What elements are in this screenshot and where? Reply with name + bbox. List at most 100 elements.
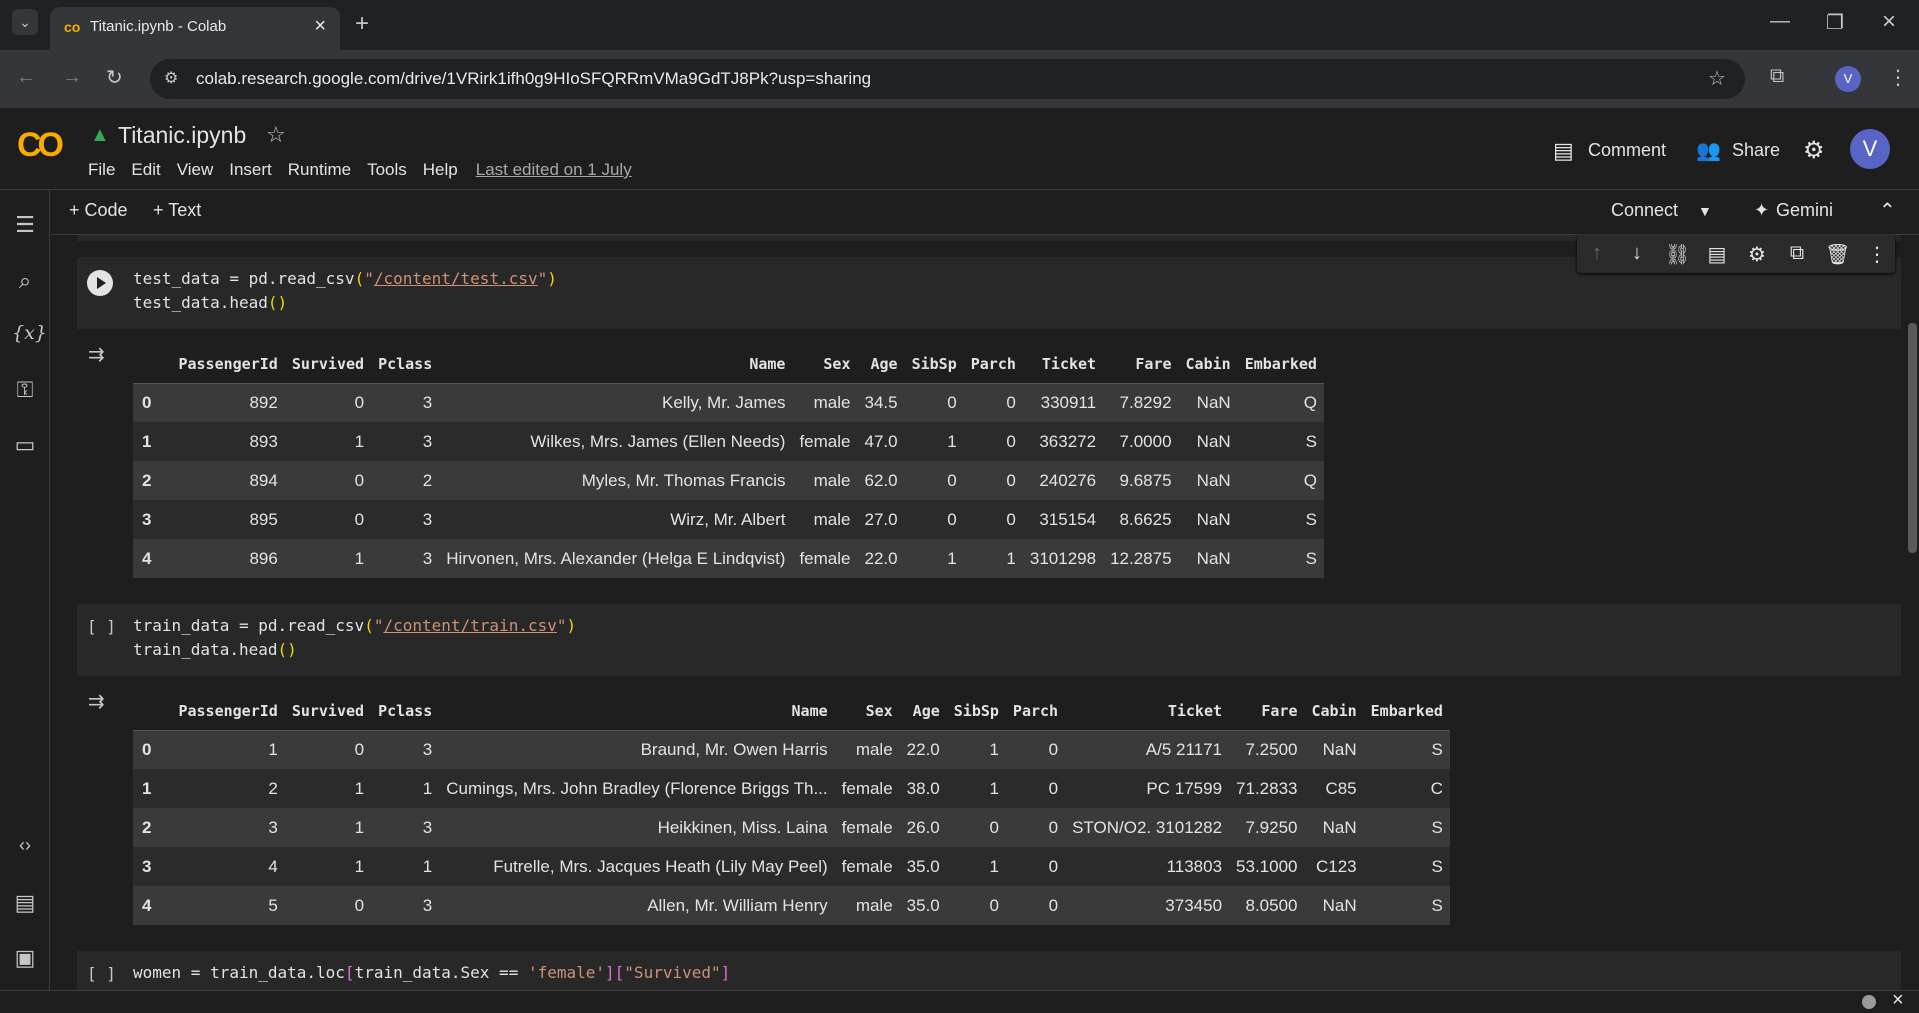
scrollbar-thumb[interactable]	[1908, 323, 1917, 553]
execution-count[interactable]: [ ]	[87, 964, 116, 983]
back-icon[interactable]: ←	[16, 66, 36, 89]
window-close-icon[interactable]: ×	[1882, 8, 1896, 36]
column-header: Survived	[284, 345, 372, 384]
browser-menu-icon[interactable]: ⋮	[1888, 65, 1908, 90]
comment-button[interactable]: Comment	[1588, 140, 1666, 161]
menu-help[interactable]: Help	[423, 160, 458, 180]
gemini-icon[interactable]: ✦	[1754, 200, 1769, 221]
table-cell: 2	[422, 470, 433, 490]
table-cell: C123	[1316, 856, 1357, 876]
extensions-icon[interactable]: ⧉	[1770, 65, 1784, 88]
menu-runtime[interactable]: Runtime	[288, 160, 351, 180]
connect-button[interactable]: Connect	[1611, 200, 1678, 221]
table-cell: Q	[1303, 392, 1317, 412]
secrets-key-icon[interactable]: ⚿	[12, 377, 38, 403]
share-button[interactable]: Share	[1732, 140, 1780, 161]
table-row: 3 4 1 1 Futrelle, Mrs. Jacques Heath (Lily M…	[133, 847, 1450, 886]
connect-dropdown-icon[interactable]: ▼	[1698, 203, 1712, 219]
notebook-scrollbar[interactable]	[1906, 235, 1919, 990]
table-of-contents-icon[interactable]: ☰	[12, 212, 38, 238]
gemini-button[interactable]: Gemini	[1776, 200, 1833, 221]
code-editor[interactable]: test_data = pd.read_csv("/content/test.c…	[133, 267, 557, 315]
table-cell: 1	[989, 856, 999, 876]
table-row: 2 894 0 2 Myles, Mr. Thomas Francis male 62.0 0…	[133, 461, 1324, 500]
table-cell: NaN	[1196, 392, 1231, 412]
more-actions-icon[interactable]: ⋮	[1865, 242, 1889, 267]
move-cell-up-icon[interactable]: ↑	[1585, 242, 1609, 265]
settings-gear-icon[interactable]: ⚙	[1803, 136, 1825, 165]
notebook-title[interactable]: Titanic.ipynb	[118, 122, 246, 149]
account-avatar[interactable]: V	[1850, 129, 1890, 169]
code-snippets-icon[interactable]: ‹›	[12, 835, 38, 856]
menu-view[interactable]: View	[177, 160, 214, 180]
link-to-cell-icon[interactable]: ⛓	[1665, 242, 1690, 267]
terminal-icon[interactable]: ▣	[12, 945, 38, 971]
files-folder-icon[interactable]: ▭	[12, 432, 38, 458]
table-cell: female	[799, 431, 851, 451]
comment-icon[interactable]: ▤	[1553, 138, 1574, 164]
collapse-header-icon[interactable]: ⌃	[1879, 198, 1896, 223]
bookmark-star-icon[interactable]: ☆	[1708, 66, 1726, 91]
variables-icon[interactable]: {x}	[12, 322, 47, 344]
tab-search-icon[interactable]: ⌄	[12, 9, 38, 35]
minimize-icon[interactable]: —	[1770, 10, 1790, 33]
table-cell: 1	[947, 548, 957, 568]
drive-icon: ▲	[90, 124, 110, 146]
table-cell: NaN	[1196, 509, 1231, 529]
add-code-button[interactable]: + Code	[69, 200, 128, 221]
menu-tools[interactable]: Tools	[367, 160, 407, 180]
code-cell[interactable]: [ ] train_data = pd.read_csv("/content/t…	[77, 604, 1901, 676]
browser-profile-avatar[interactable]: V	[1835, 66, 1861, 92]
menu-edit[interactable]: Edit	[131, 160, 160, 180]
share-icon[interactable]: 👥	[1696, 138, 1721, 163]
add-text-button[interactable]: + Text	[153, 200, 201, 221]
search-icon[interactable]: ⌕	[12, 268, 38, 294]
table-cell: NaN	[1196, 431, 1231, 451]
table-cell: 0	[354, 392, 365, 412]
table-cell: 34.5	[864, 392, 898, 412]
new-tab-icon[interactable]: +	[355, 10, 369, 38]
table-cell: PC 17599	[1146, 778, 1223, 798]
reload-icon[interactable]: ↻	[106, 65, 123, 90]
table-cell: 1	[989, 739, 999, 759]
browser-tabstrip: ⌄ co Titanic.ipynb - Colab × + — ❐ ×	[0, 0, 1919, 50]
table-cell: S	[1431, 817, 1443, 837]
cell-settings-icon[interactable]: ⚙	[1745, 242, 1769, 267]
table-cell: 0	[1048, 778, 1059, 798]
table-cell: 330911	[1040, 392, 1097, 412]
column-header	[133, 345, 172, 384]
browser-tab[interactable]: co Titanic.ipynb - Colab ×	[50, 7, 340, 50]
menu-insert[interactable]: Insert	[229, 160, 272, 180]
close-tab-icon[interactable]: ×	[314, 15, 326, 38]
run-cell-button[interactable]	[87, 270, 113, 296]
left-rail: ☰ ⌕ {x} ⚿ ▭ ‹› ▤ ▣	[0, 190, 50, 990]
code-editor[interactable]: train_data = pd.read_csv("/content/train…	[133, 614, 576, 662]
table-cell: 3	[268, 817, 278, 837]
table-cell: 363272	[1039, 431, 1097, 451]
table-cell: 373450	[1165, 895, 1223, 915]
last-edited-link[interactable]: Last edited on 1 July	[476, 160, 632, 180]
menu-file[interactable]: File	[88, 160, 115, 180]
status-close-icon[interactable]: ×	[1892, 989, 1904, 1012]
status-bar: ×	[0, 989, 1919, 1013]
address-bar[interactable]: ⚙ colab.research.google.com/drive/1VRirk…	[150, 59, 1745, 99]
colab-logo[interactable]: CO	[17, 126, 64, 165]
output-actions-icon[interactable]: ⇉	[88, 689, 105, 714]
code-editor[interactable]: women = train_data.loc[train_data.Sex ==…	[133, 961, 730, 985]
site-info-icon[interactable]: ⚙	[164, 68, 178, 88]
command-palette-icon[interactable]: ▤	[12, 890, 38, 916]
execution-count[interactable]: [ ]	[87, 617, 116, 636]
code-cell[interactable]: [ ] women = train_data.loc[train_data.Se…	[77, 951, 1901, 990]
add-comment-icon[interactable]: ▤	[1705, 242, 1729, 267]
forward-icon[interactable]: →	[62, 66, 82, 89]
restore-icon[interactable]: ❐	[1826, 10, 1844, 35]
star-icon[interactable]: ☆	[266, 122, 286, 148]
mirror-cell-icon[interactable]: ⧉	[1785, 242, 1809, 265]
table-cell: 71.2833	[1236, 778, 1298, 798]
column-header: Sex	[834, 692, 900, 731]
table-cell: 0	[947, 509, 957, 529]
output-actions-icon[interactable]: ⇉	[88, 342, 105, 367]
delete-cell-icon[interactable]: 🗑	[1825, 242, 1850, 267]
move-cell-down-icon[interactable]: ↓	[1625, 242, 1649, 265]
table-row: 1 893 1 3 Wilkes, Mrs. James (Ellen Needs) fe…	[133, 422, 1324, 461]
